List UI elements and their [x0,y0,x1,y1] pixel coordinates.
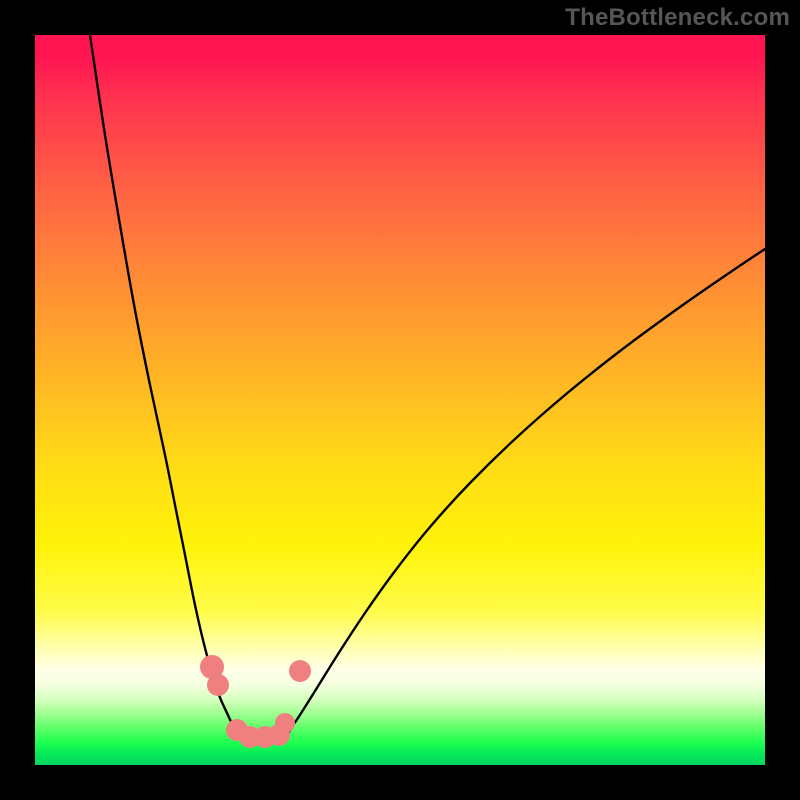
curve-layer [35,35,765,765]
marker-dot [275,713,295,733]
marker-dots [200,655,311,748]
marker-dot [207,674,229,696]
marker-dot [289,660,311,682]
plot-area [35,35,765,765]
chart-frame: TheBottleneck.com [0,0,800,800]
curve-path [90,35,765,736]
watermark-text: TheBottleneck.com [565,4,790,32]
bottleneck-curve [90,35,765,736]
